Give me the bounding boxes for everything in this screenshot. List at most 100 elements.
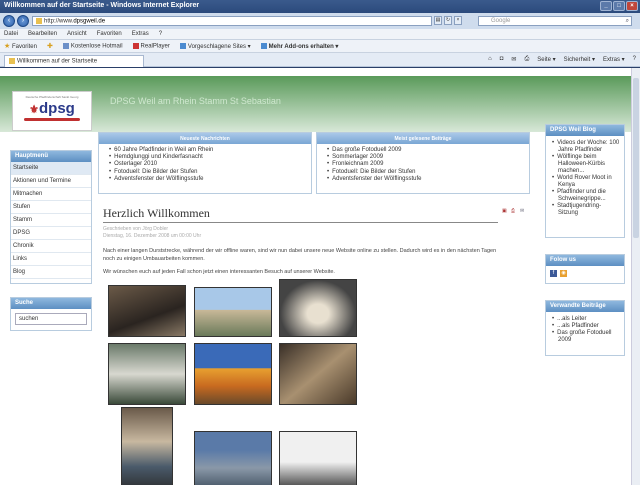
scrollbar-thumb[interactable]: [633, 78, 639, 238]
refresh-icon[interactable]: ↻: [444, 16, 452, 25]
photo-thumbnail[interactable]: [279, 342, 357, 405]
back-button[interactable]: ‹: [3, 15, 15, 27]
article-author: Geschrieben von Jörg Dobler: [103, 226, 169, 232]
vertical-scrollbar[interactable]: [631, 68, 640, 485]
search-input[interactable]: Google ⌕: [478, 16, 632, 26]
url-field[interactable]: http://www.dpsgweil.de: [32, 16, 432, 26]
popular-item[interactable]: Fotoduell: Die Bilder der Stufen: [327, 169, 529, 176]
menu-ansicht[interactable]: Ansicht: [67, 31, 87, 37]
photo-thumbnail[interactable]: [279, 278, 357, 337]
cmd-sicherheit[interactable]: Sicherheit ▾: [564, 56, 595, 63]
menu-datei[interactable]: Datei: [4, 31, 18, 37]
news-item[interactable]: 60 Jahre Pfadfinder in Weil am Rhein: [109, 147, 311, 154]
minimize-button[interactable]: _: [600, 1, 612, 11]
photo-thumbnail[interactable]: [194, 342, 272, 405]
cmd-help[interactable]: ?: [633, 56, 636, 63]
site-title: DPSG Weil am Rhein Stamm St Sebastian: [110, 96, 281, 106]
nav-aktionen[interactable]: Aktionen und Termine: [11, 175, 91, 188]
nav-startseite[interactable]: Startseite: [11, 162, 91, 175]
addons-icon: [260, 42, 267, 49]
menu-bearbeiten[interactable]: Bearbeiten: [28, 31, 57, 37]
blog-item[interactable]: Pfadfinder und die Schweinegrippe...: [557, 189, 620, 203]
suggested-sites-icon: [179, 42, 186, 49]
lily-icon: ⚜: [29, 104, 40, 116]
menu-bar: Datei Bearbeiten Ansicht Favoriten Extra…: [0, 29, 640, 40]
photo-thumbnail[interactable]: [121, 406, 173, 485]
article: Herzlich Willkommen ▣ ⎙ ✉ Geschrieben vo…: [103, 206, 528, 485]
forward-button[interactable]: ›: [17, 15, 29, 27]
facebook-icon[interactable]: f: [550, 270, 557, 277]
popular-item[interactable]: Sommerlager 2009: [327, 154, 529, 161]
search-placeholder: Google: [491, 18, 511, 24]
print-icon[interactable]: ⎙: [524, 56, 529, 63]
maximize-button[interactable]: □: [613, 1, 625, 11]
article-title: Herzlich Willkommen: [103, 206, 498, 223]
home-icon[interactable]: ⌂: [488, 56, 492, 63]
favorites-button[interactable]: ★ Favoriten: [4, 42, 37, 50]
logo-wordmark: ⚜dpsg: [13, 100, 91, 117]
blog-item[interactable]: Wölflinge beim Halloween-Kürbis machen..…: [557, 154, 620, 175]
popular-item[interactable]: Adventsfenster der Wölflingsstufe: [327, 176, 529, 183]
favorites-label: Favoriten: [11, 44, 37, 50]
favorite-addons[interactable]: Mehr Add-ons erhalten ▾: [260, 42, 338, 50]
mail-icon[interactable]: ✉: [511, 56, 516, 63]
nav-links[interactable]: Links: [11, 253, 91, 266]
cmd-seite[interactable]: Seite ▾: [537, 56, 555, 63]
feeds-icon[interactable]: ◘: [500, 56, 504, 63]
nav-chronik[interactable]: Chronik: [11, 240, 91, 253]
related-item[interactable]: ...als Leiter: [557, 316, 620, 323]
email-article-icon[interactable]: ✉: [520, 208, 526, 214]
favorite-suggested-sites[interactable]: Vorgeschlagene Sites ▾: [179, 42, 251, 50]
pdf-icon[interactable]: ▣: [502, 208, 508, 214]
news-item[interactable]: Hemdglunggi und Kinderfasnacht: [109, 154, 311, 161]
blog-item[interactable]: World Rover Moot in Kenya: [557, 175, 620, 189]
tab-row: Willkommen auf der Startseite ⌂ ◘ ✉ ⎙ Se…: [0, 53, 640, 67]
blog-item[interactable]: Stadtjugendring-Sitzung: [557, 203, 620, 217]
popular-item[interactable]: Das große Fotoduell 2009: [327, 147, 529, 154]
stop-icon[interactable]: ×: [454, 16, 462, 25]
news-item[interactable]: Fotoduell: Die Bilder der Stufen: [109, 169, 311, 176]
nav-dpsg[interactable]: DPSG: [11, 227, 91, 240]
blog-box: DPSG Weil Blog Videos der Woche: 100 Jah…: [545, 124, 625, 238]
compatibility-icon[interactable]: ▤: [434, 16, 442, 25]
nav-blog[interactable]: Blog: [11, 266, 91, 279]
print-article-icon[interactable]: ⎙: [511, 208, 517, 214]
menu-favoriten[interactable]: Favoriten: [97, 31, 122, 37]
nav-mitmachen[interactable]: Mitmachen: [11, 188, 91, 201]
photo-thumbnail[interactable]: [108, 342, 186, 405]
photo-thumbnail[interactable]: [194, 430, 272, 485]
site-search-input[interactable]: suchen: [15, 313, 87, 325]
blog-item[interactable]: Videos der Woche: 100 Jahre Pfadfinder: [557, 140, 620, 154]
cmd-extras[interactable]: Extras ▾: [603, 56, 625, 63]
nav-stamm[interactable]: Stamm: [11, 214, 91, 227]
tab-startseite[interactable]: Willkommen auf der Startseite: [4, 55, 144, 67]
dpsg-logo[interactable]: Deutsche Pfadfinderschaft Sankt Georg ⚜d…: [12, 91, 92, 131]
web-page: Deutsche Pfadfinderschaft Sankt Georg ⚜d…: [0, 68, 640, 485]
menu-extras[interactable]: Extras: [132, 31, 149, 37]
article-paragraph-2: Wir wünschen euch auf jeden Fall schon j…: [103, 269, 335, 275]
favorite-hotmail[interactable]: Kostenlose Hotmail: [62, 42, 123, 49]
address-bar: ‹ › http://www.dpsgweil.de ▤ ↻ × Google …: [0, 13, 640, 29]
news-item[interactable]: Osterlager 2010: [109, 161, 311, 168]
search-icon[interactable]: ⌕: [626, 18, 629, 25]
menu-help[interactable]: ?: [159, 31, 162, 37]
popular-item[interactable]: Fronleichnam 2009: [327, 161, 529, 168]
search-box-title: Suche: [11, 298, 91, 309]
photo-thumbnail[interactable]: [279, 430, 357, 485]
photo-thumbnail[interactable]: [194, 286, 272, 337]
photo-thumbnail[interactable]: [108, 284, 186, 337]
related-item[interactable]: Das große Fotoduell 2009: [557, 330, 620, 344]
star-icon: ★: [4, 43, 11, 50]
rss-icon[interactable]: ◉: [560, 270, 567, 277]
related-item[interactable]: ...als Pfadfinder: [557, 323, 620, 330]
nav-stufen[interactable]: Stufen: [11, 201, 91, 214]
news-item[interactable]: Adventsfenster der Wölflingsstufe: [109, 176, 311, 183]
favorites-bar: ★ Favoriten ✚ Kostenlose Hotmail RealPla…: [0, 40, 640, 53]
follow-box-title: Folow us: [546, 255, 624, 266]
close-button[interactable]: ×: [626, 1, 638, 11]
favorite-realplayer[interactable]: RealPlayer: [132, 42, 170, 50]
favorite-label: Vorgeschlagene Sites ▾: [187, 43, 251, 50]
favorite-label: RealPlayer: [140, 43, 170, 50]
hotmail-icon: [62, 42, 69, 49]
add-favorite-icon[interactable]: ✚: [47, 42, 53, 50]
